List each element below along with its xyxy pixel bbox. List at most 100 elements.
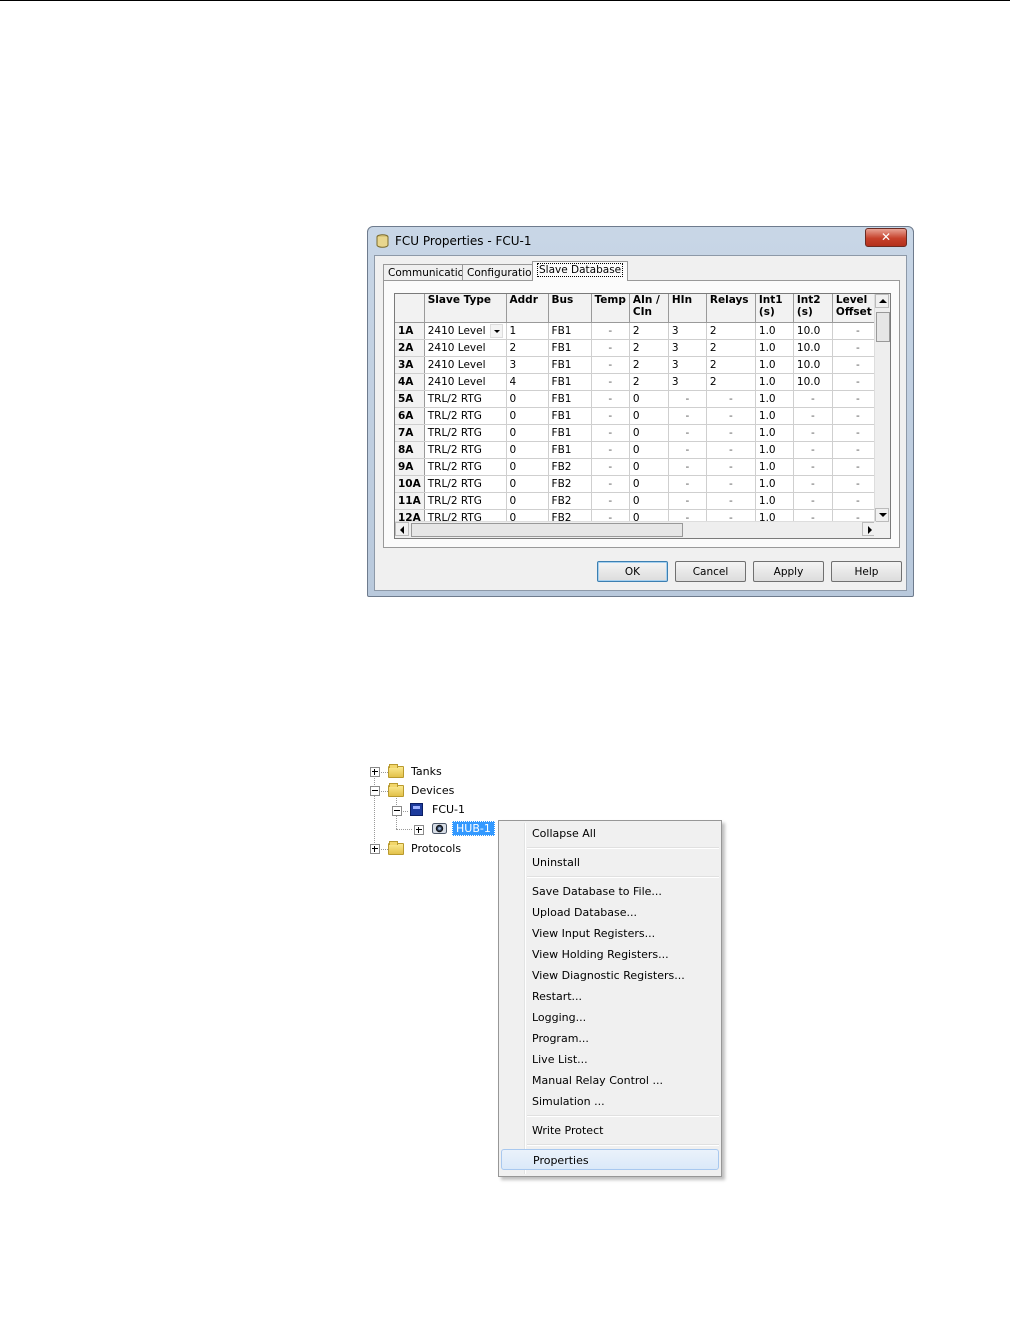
table-cell[interactable]: 2 <box>629 322 669 340</box>
scroll-down-button[interactable] <box>875 508 889 522</box>
table-cell[interactable]: - <box>591 441 630 459</box>
horizontal-scrollbar[interactable] <box>395 521 876 538</box>
scroll-up-button[interactable] <box>875 294 889 308</box>
table-cell[interactable]: FB2 <box>548 458 592 476</box>
table-cell[interactable]: 3 <box>668 356 707 374</box>
table-cell[interactable]: 1.0 <box>755 424 794 442</box>
table-cell[interactable]: TRL/2 RTG <box>424 407 507 425</box>
row-header[interactable]: 7A <box>395 424 425 442</box>
table-cell[interactable]: - <box>793 475 833 493</box>
table-cell[interactable]: FB1 <box>548 441 592 459</box>
table-cell[interactable]: 2410 Level <box>424 322 507 340</box>
table-cell[interactable]: 10.0 <box>793 356 833 374</box>
table-cell[interactable]: - <box>668 458 707 476</box>
table-cell[interactable]: TRL/2 RTG <box>424 492 507 510</box>
table-cell[interactable]: 10.0 <box>793 373 833 391</box>
collapse-devices-button[interactable] <box>370 786 380 796</box>
table-cell[interactable]: FB1 <box>548 373 592 391</box>
table-cell[interactable]: TRL/2 RTG <box>424 441 507 459</box>
row-header[interactable]: 3A <box>395 356 425 374</box>
menu-item-write-protect[interactable]: Write Protect <box>501 1120 719 1141</box>
menu-item-view-input-registers[interactable]: View Input Registers... <box>501 923 719 944</box>
table-cell[interactable]: 0 <box>506 492 549 510</box>
table-cell[interactable]: 2 <box>629 356 669 374</box>
close-button[interactable]: ✕ <box>865 228 907 247</box>
table-cell[interactable]: 2 <box>629 339 669 357</box>
grid-column-header[interactable]: Slave Type <box>424 294 507 323</box>
menu-item-properties[interactable]: Properties <box>501 1149 719 1170</box>
table-cell[interactable]: - <box>591 339 630 357</box>
expand-tanks-button[interactable] <box>370 767 380 777</box>
table-cell[interactable]: - <box>706 390 756 408</box>
table-cell[interactable]: - <box>706 407 756 425</box>
table-cell[interactable]: - <box>793 492 833 510</box>
table-cell[interactable]: - <box>591 373 630 391</box>
apply-button[interactable]: Apply <box>753 561 824 582</box>
table-cell[interactable]: TRL/2 RTG <box>424 390 507 408</box>
table-cell[interactable]: 2 <box>506 339 549 357</box>
table-cell[interactable]: - <box>668 407 707 425</box>
table-cell[interactable]: 2410 Level <box>424 339 507 357</box>
help-button[interactable]: Help <box>831 561 902 582</box>
table-cell[interactable]: - <box>591 356 630 374</box>
table-cell[interactable]: FB1 <box>548 322 592 340</box>
menu-item-upload-database[interactable]: Upload Database... <box>501 902 719 923</box>
table-cell[interactable]: - <box>793 407 833 425</box>
tree-node-devices[interactable]: Devices <box>411 784 454 797</box>
table-cell[interactable]: 0 <box>629 475 669 493</box>
row-header[interactable]: 5A <box>395 390 425 408</box>
table-cell[interactable]: - <box>706 424 756 442</box>
table-cell[interactable]: 10.0 <box>793 339 833 357</box>
grid-column-header[interactable]: Int1 (s) <box>755 294 794 323</box>
table-cell[interactable]: 2410 Level <box>424 373 507 391</box>
table-cell[interactable]: 3 <box>668 339 707 357</box>
table-cell[interactable]: 0 <box>506 424 549 442</box>
table-cell[interactable]: - <box>591 322 630 340</box>
table-cell[interactable]: 1.0 <box>755 322 794 340</box>
table-cell[interactable]: FB1 <box>548 390 592 408</box>
table-cell[interactable]: 2 <box>706 373 756 391</box>
row-header[interactable]: 8A <box>395 441 425 459</box>
table-cell[interactable]: - <box>706 441 756 459</box>
table-cell[interactable]: 2 <box>629 373 669 391</box>
grid-column-header[interactable]: Int2 (s) <box>793 294 833 323</box>
expand-hub-button[interactable] <box>414 825 424 835</box>
grid-column-header[interactable]: HIn <box>668 294 707 323</box>
table-cell[interactable]: - <box>668 424 707 442</box>
table-cell[interactable]: FB1 <box>548 339 592 357</box>
row-header[interactable]: 2A <box>395 339 425 357</box>
tree-node-fcu-1[interactable]: FCU-1 <box>432 803 465 816</box>
table-cell[interactable]: - <box>591 424 630 442</box>
row-header[interactable]: 11A <box>395 492 425 510</box>
table-cell[interactable]: - <box>793 441 833 459</box>
menu-item-manual-relay-control[interactable]: Manual Relay Control ... <box>501 1070 719 1091</box>
table-cell[interactable]: 1.0 <box>755 373 794 391</box>
table-cell[interactable]: 2 <box>706 356 756 374</box>
table-cell[interactable]: - <box>591 407 630 425</box>
table-cell[interactable]: - <box>591 458 630 476</box>
table-cell[interactable]: - <box>668 492 707 510</box>
table-cell[interactable]: 0 <box>629 441 669 459</box>
cancel-button[interactable]: Cancel <box>675 561 746 582</box>
table-cell[interactable]: 2410 Level <box>424 356 507 374</box>
table-cell[interactable]: - <box>706 492 756 510</box>
table-cell[interactable]: 1.0 <box>755 407 794 425</box>
row-header[interactable]: 10A <box>395 475 425 493</box>
table-cell[interactable]: 1.0 <box>755 492 794 510</box>
table-cell[interactable]: 3 <box>506 356 549 374</box>
table-cell[interactable]: 1.0 <box>755 339 794 357</box>
menu-item-restart[interactable]: Restart... <box>501 986 719 1007</box>
horizontal-scroll-thumb[interactable] <box>411 523 683 537</box>
table-cell[interactable]: 0 <box>506 441 549 459</box>
table-cell[interactable]: 1.0 <box>755 390 794 408</box>
expand-protocols-button[interactable] <box>370 844 380 854</box>
table-cell[interactable]: TRL/2 RTG <box>424 424 507 442</box>
menu-item-logging[interactable]: Logging... <box>501 1007 719 1028</box>
grid-column-header[interactable]: Addr <box>506 294 549 323</box>
table-cell[interactable]: 0 <box>629 407 669 425</box>
table-cell[interactable]: 2 <box>706 339 756 357</box>
table-cell[interactable]: - <box>793 458 833 476</box>
table-cell[interactable]: 1.0 <box>755 475 794 493</box>
menu-item-program[interactable]: Program... <box>501 1028 719 1049</box>
row-header[interactable]: 1A <box>395 322 425 340</box>
